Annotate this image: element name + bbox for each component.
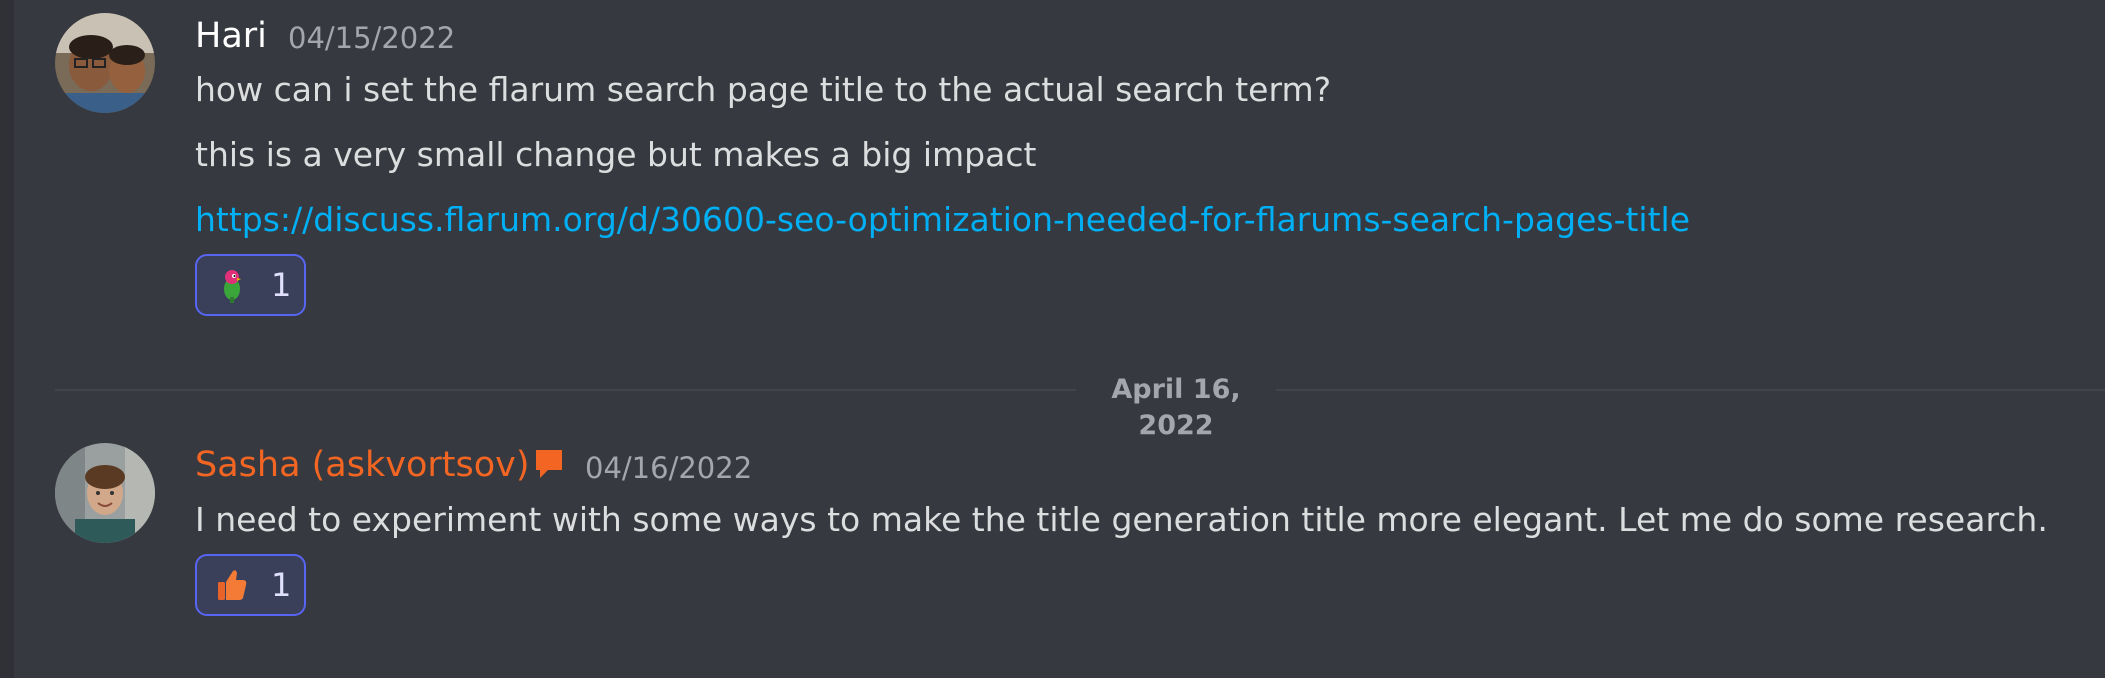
reaction-count: 1 — [271, 266, 292, 304]
reaction-button[interactable]: 1 — [195, 554, 306, 616]
channel-sidebar-edge — [0, 0, 14, 678]
thumbs-up-emoji-icon — [218, 570, 247, 600]
message-text-line: this is a very small change but makes a … — [195, 135, 1037, 174]
reaction-button[interactable]: 1 — [195, 254, 306, 316]
author-name[interactable]: Sasha (askvortsov) — [195, 445, 530, 485]
role-badge-icon — [534, 448, 564, 480]
avatar[interactable] — [55, 443, 155, 543]
parrot-emoji-icon — [224, 270, 241, 303]
message-text-line: I need to experiment with some ways to m… — [195, 500, 2048, 539]
message-text-line: how can i set the flarum search page tit… — [195, 70, 1332, 109]
message-timestamp: 04/15/2022 — [288, 21, 456, 55]
avatar[interactable] — [55, 13, 155, 113]
message-timestamp: 04/16/2022 — [585, 451, 753, 485]
date-divider-label: April 16, 2022 — [1076, 372, 1276, 444]
author-name[interactable]: Hari — [195, 16, 267, 56]
reaction-count: 1 — [271, 566, 292, 604]
message-link[interactable]: https://discuss.flarum.org/d/30600-seo-o… — [195, 200, 1690, 239]
